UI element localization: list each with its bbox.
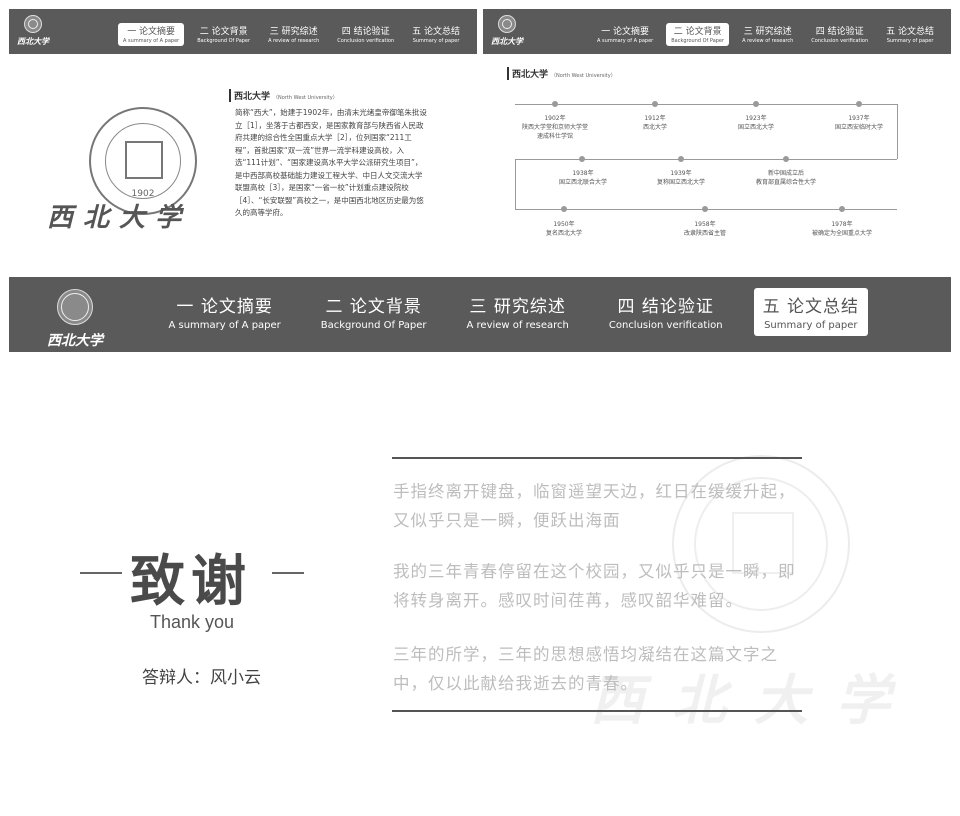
timeline-dot (783, 156, 789, 162)
nav-item-summary[interactable]: 五 论文总结 Summary of paper (753, 288, 868, 336)
timeline-event: 1937年 国立西安临时大学 (834, 115, 883, 131)
nav-menu: 一 论文摘要 A summary of A paper 二 论文背景 Backgro… (110, 23, 465, 46)
slide-background-timeline: 西北大学 一 论文摘要 A summary of A paper 二 论文背景 Ba… (483, 9, 951, 252)
university-logo[interactable]: 西北大学 (47, 289, 103, 350)
title-dash-left (80, 572, 122, 574)
timeline-line (515, 159, 897, 160)
logo-calligraphy: 西北大学 (17, 36, 49, 46)
nav-item-summary[interactable]: 五 论文总结 Summary of paper (881, 23, 939, 46)
nav-item-review[interactable]: 三 研究综述 A review of research (458, 288, 578, 336)
title-dash-right (272, 572, 304, 574)
nav-item-background[interactable]: 二 论文背景 Background Of Paper (666, 23, 730, 46)
nav-item-verification[interactable]: 四 结论验证 Conclusion verification (600, 288, 732, 336)
bottom-rule (392, 710, 802, 712)
section-title: 西北大学 （North West University） (229, 89, 338, 102)
thanks-paragraph: 我的三年青春停留在这个校园，又似乎只是一瞬，即将转身离开。感叹时间荏苒，感叹韶华… (393, 562, 796, 610)
timeline-dot (678, 156, 684, 162)
nav-item-background[interactable]: 二 论文背景 Background Of Paper (312, 288, 436, 336)
university-logo[interactable]: 西北大学 (491, 15, 523, 47)
nav-item-verification[interactable]: 四 结论验证 Conclusion verification (806, 23, 873, 46)
timeline-dot (702, 206, 708, 212)
university-seal-icon (24, 15, 42, 33)
thanks-subtitle: Thank you (150, 612, 235, 632)
timeline-event: 1950年 复名西北大学 (545, 221, 582, 237)
timeline-dot (839, 206, 845, 212)
logo-calligraphy: 西北大学 (47, 333, 103, 349)
timeline-event: 1978年 被确定为全国重点大学 (811, 221, 872, 237)
timeline-dot (856, 101, 862, 107)
timeline-event-desc: 陕西大学堂和京师大学堂 速成科仕学馆 (521, 124, 588, 140)
timeline-dot (561, 206, 567, 212)
timeline-event: 新中国成立后 教育部直属综合性大学 (755, 170, 816, 186)
nav-item-review[interactable]: 三 研究综述 A review of research (263, 23, 324, 46)
timeline-dot (579, 156, 585, 162)
university-calligraphy: 西北大学 (47, 203, 192, 233)
nav-item-review[interactable]: 三 研究综述 A review of research (737, 23, 798, 46)
timeline-line (515, 159, 516, 209)
timeline-line (515, 104, 897, 105)
defender-name: 答辩人：风小云 (142, 668, 261, 688)
university-seal-icon (498, 15, 516, 33)
nav-item-verification[interactable]: 四 结论验证 Conclusion verification (332, 23, 399, 46)
timeline-event: 1912年 西北大学 (642, 115, 667, 131)
nav-menu: 一 论文摘要 A summary of A paper 二 论文背景 Backgro… (137, 288, 868, 336)
timeline-dot (652, 101, 658, 107)
timeline-event: 1923年 国立西北大学 (737, 115, 774, 131)
thanks-paragraph: 手指终离开键盘，临窗遥望天边，红日在缓缓升起，又似乎只是一瞬，便跃出海面 (393, 482, 796, 530)
nav-item-abstract[interactable]: 一 论文摘要 A summary of A paper (159, 288, 289, 336)
nav-menu: 一 论文摘要 A summary of A paper 二 论文背景 Backgro… (584, 23, 939, 46)
timeline-dot (552, 101, 558, 107)
university-seal-icon (57, 289, 93, 325)
thanks-title: 致谢 (130, 549, 253, 613)
slide-abstract-overview: 西北大学 一 论文摘要 A summary of A paper 二 论文背景 Ba… (9, 9, 477, 252)
timeline-event: 1902年 陕西大学堂和京师大学堂 速成科仕学馆 (505, 114, 605, 141)
timeline-event: 1938年 国立西北联合大学 (558, 170, 607, 186)
top-navbar: 西北大学 一 论文摘要 A summary of A paper 二 论文背景 Ba… (9, 9, 477, 54)
section-title: 西北大学 （North West University） (507, 67, 616, 80)
thanks-paragraph: 三年的所学，三年的思想感悟均凝结在这篇文字之中，仅以此献给我逝去的青春。 (393, 645, 778, 693)
logo-calligraphy: 西北大学 (491, 36, 523, 46)
top-navbar: 西北大学 一 论文摘要 A summary of A paper 二 论文背景 Ba… (483, 9, 951, 54)
top-rule (392, 457, 802, 459)
nav-item-background[interactable]: 二 论文背景 Background Of Paper (192, 23, 255, 46)
university-logo[interactable]: 西北大学 (17, 15, 49, 47)
top-navbar: 西北大学 一 论文摘要 A summary of A paper 二 论文背景 Ba… (9, 277, 951, 352)
timeline-event: 1958年 改隶陕西省主管 (683, 221, 726, 237)
university-intro: 简称“西大”，始建于1902年，由清末光绪皇帝御笔朱批设立［1］，坐落于古都西安… (235, 108, 427, 217)
timeline-dot (753, 101, 759, 107)
nav-item-summary[interactable]: 五 论文总结 Summary of paper (407, 23, 465, 46)
nav-item-abstract[interactable]: 一 论文摘要 A summary of A paper (592, 23, 658, 46)
timeline-event: 1939年 复称国立西北大学 (656, 170, 705, 186)
nav-item-abstract[interactable]: 一 论文摘要 A summary of A paper (118, 23, 185, 46)
